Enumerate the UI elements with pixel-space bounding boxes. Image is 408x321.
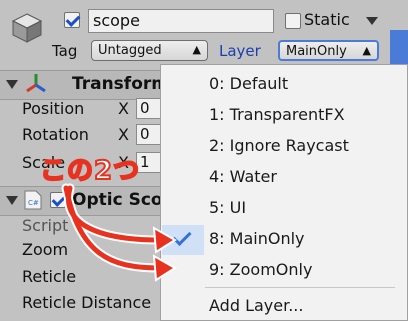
tag-value: Untagged xyxy=(98,43,162,58)
static-checkbox[interactable] xyxy=(285,13,301,29)
transform-icon xyxy=(26,74,46,93)
script-enabled-checkbox[interactable] xyxy=(50,192,66,208)
menu-item-transparentfx[interactable]: 1: TransparentFX xyxy=(209,101,345,129)
rotation-x-label: X xyxy=(118,125,129,144)
menu-item-default[interactable]: 0: Default xyxy=(209,70,288,98)
csharp-script-icon: C# xyxy=(24,190,42,210)
position-x-label: X xyxy=(118,99,129,118)
reticle-label: Reticle xyxy=(22,267,77,286)
object-name-field[interactable]: scope xyxy=(88,9,274,33)
position-label: Position xyxy=(22,99,85,118)
script-component-title: Optic Sco xyxy=(72,190,163,210)
layer-menu: 0: Default 1: TransparentFX 2: Ignore Ra… xyxy=(160,64,408,321)
menu-item-ignore-raycast[interactable]: 2: Ignore Raycast xyxy=(209,132,349,160)
menu-item-ui[interactable]: 5: UI xyxy=(209,194,246,222)
scrollbar[interactable] xyxy=(390,30,408,66)
layer-dropdown[interactable]: MainOnly ▲︎ xyxy=(278,40,379,61)
reticle-distance-label: Reticle Distance xyxy=(22,293,152,312)
fold-icon[interactable] xyxy=(6,80,18,89)
menu-item-mainonly[interactable]: 8: MainOnly xyxy=(209,225,305,253)
fold-icon[interactable] xyxy=(6,196,18,205)
transform-title: Transform xyxy=(72,74,169,94)
layer-label: Layer xyxy=(219,42,261,60)
static-label: Static xyxy=(304,10,350,29)
annotation-text: この2つ xyxy=(39,155,141,187)
active-checkbox[interactable] xyxy=(64,12,80,28)
tag-dropdown[interactable]: Untagged ▲︎ xyxy=(91,40,208,61)
rotation-label: Rotation xyxy=(22,125,89,144)
svg-text:C#: C# xyxy=(28,199,39,207)
layer-value: MainOnly xyxy=(286,44,347,59)
zoom-label: Zoom xyxy=(22,240,69,259)
script-label: Script xyxy=(22,216,69,235)
tag-label: Tag xyxy=(52,42,78,60)
static-dropdown-icon[interactable] xyxy=(366,17,378,25)
menu-item-water[interactable]: 4: Water xyxy=(209,163,277,191)
dropdown-arrow-icon: ▲︎ xyxy=(362,44,371,57)
gameobject-icon xyxy=(11,13,43,43)
menu-item-zoomonly[interactable]: 9: ZoomOnly xyxy=(209,256,312,284)
menu-separator xyxy=(205,287,395,288)
menu-item-add-layer[interactable]: Add Layer... xyxy=(209,292,303,320)
dropdown-arrow-icon: ▲︎ xyxy=(192,43,201,56)
